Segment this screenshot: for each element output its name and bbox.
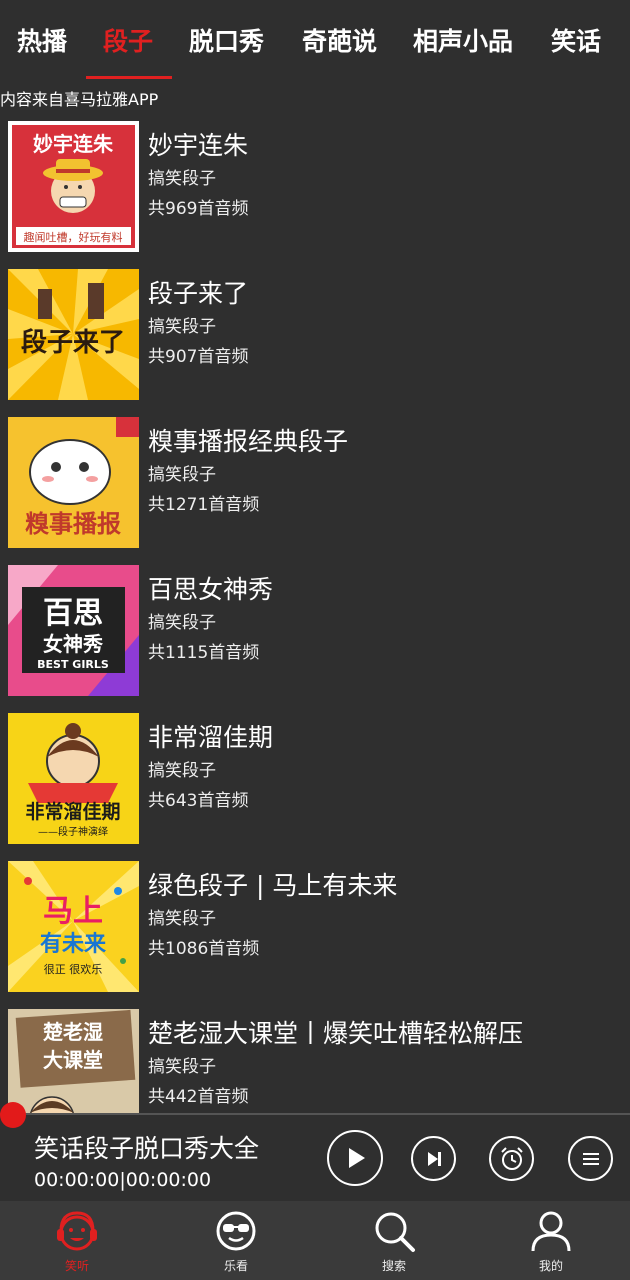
source-note: 内容来自喜马拉雅APP	[0, 90, 159, 109]
album-title: 百思女神秀	[148, 575, 274, 604]
svg-text:——段子神演绎: ——段子神演绎	[38, 825, 108, 838]
svg-text:很正 很欢乐: 很正 很欢乐	[44, 962, 103, 976]
album-track-count: 共643首音频	[148, 791, 249, 811]
list-item[interactable]: 马上 有未来 很正 很欢乐 绿色段子 | 马上有未来 搞笑段子 共1086首音频	[0, 858, 630, 1006]
svg-text:大课堂: 大课堂	[43, 1048, 103, 1072]
mini-player[interactable]: 笑话段子脱口秀大全 00:00:00|00:00:00	[0, 1113, 630, 1201]
album-category: 搞笑段子	[148, 317, 216, 337]
svg-text:楚老湿: 楚老湿	[43, 1020, 103, 1044]
nav-label: 我的	[538, 1259, 563, 1273]
album-title: 楚老湿大课堂丨爆笑吐槽轻松解压	[148, 1019, 524, 1048]
album-track-count: 共969首音频	[148, 199, 249, 219]
nav-label: 笑听	[64, 1259, 89, 1273]
album-category: 搞笑段子	[148, 613, 216, 633]
tab-qipashuo[interactable]: 奇葩说	[302, 22, 377, 58]
album-title: 绿色段子 | 马上有未来	[148, 871, 398, 900]
playlist-button[interactable]	[568, 1136, 613, 1181]
album-track-count: 共1086首音频	[148, 939, 260, 959]
album-track-count: 共442首音频	[148, 1087, 249, 1107]
player-time: 00:00:00|00:00:00	[34, 1169, 212, 1191]
album-cover: 糗事播报	[8, 417, 139, 548]
tab-jokes[interactable]: 段子	[103, 22, 153, 58]
album-title: 非常溜佳期	[148, 723, 274, 752]
alarm-clock-icon	[500, 1146, 523, 1170]
top-tab-bar: 热播 段子 脱口秀 奇葩说 相声小品 笑话	[0, 0, 630, 80]
nav-label: 乐看	[223, 1259, 248, 1273]
nav-item-fun-watch[interactable]: 乐看	[176, 1201, 296, 1280]
album-cover: 百思 女神秀 BEST GIRLS	[8, 565, 139, 696]
list-item[interactable]: 妙宇连朱 趣闻吐槽，好玩有料 妙宇连朱 搞笑段子 共969首音频	[0, 118, 630, 266]
svg-text:趣闻吐槽，好玩有料: 趣闻吐槽，好玩有料	[24, 230, 123, 244]
album-cover: 马上 有未来 很正 很欢乐	[8, 861, 139, 992]
sunglasses-face-icon	[216, 1211, 256, 1251]
tab-talk-show[interactable]: 脱口秀	[189, 22, 264, 58]
tab-funny-stories[interactable]: 笑话	[551, 22, 601, 58]
nav-item-laugh-listen[interactable]: 笑听	[17, 1201, 137, 1280]
next-button[interactable]	[411, 1136, 456, 1181]
nav-item-search[interactable]: 搜索	[334, 1201, 454, 1280]
headphones-face-icon	[57, 1211, 97, 1251]
list-item[interactable]: 百思 女神秀 BEST GIRLS 百思女神秀 搞笑段子 共1115首音频	[0, 562, 630, 710]
user-icon	[531, 1211, 571, 1252]
album-category: 搞笑段子	[148, 169, 216, 189]
svg-text:百思: 百思	[43, 596, 103, 631]
album-cover: 妙宇连朱 趣闻吐槽，好玩有料	[8, 121, 139, 252]
album-list: 妙宇连朱 趣闻吐槽，好玩有料 妙宇连朱 搞笑段子 共969首音频 段子来了 段子…	[0, 118, 630, 1113]
tab-crosstalk[interactable]: 相声小品	[413, 22, 513, 58]
player-title: 笑话段子脱口秀大全	[34, 1134, 260, 1163]
svg-text:马上: 马上	[43, 894, 103, 929]
album-cover: 非常溜佳期 ——段子神演绎	[8, 713, 139, 844]
bottom-nav: 笑听 乐看 搜索 我的	[0, 1201, 630, 1280]
tab-hot[interactable]: 热播	[17, 22, 67, 58]
album-category: 搞笑段子	[148, 909, 216, 929]
list-item[interactable]: 段子来了 段子来了 搞笑段子 共907首音频	[0, 266, 630, 414]
album-category: 搞笑段子	[148, 465, 216, 485]
sleep-timer-button[interactable]	[489, 1136, 534, 1181]
menu-icon	[582, 1152, 599, 1165]
album-cover: 段子来了	[8, 269, 139, 400]
svg-text:非常溜佳期: 非常溜佳期	[25, 800, 120, 823]
list-item[interactable]: 糗事播报 糗事播报经典段子 搞笑段子 共1271首音频	[0, 414, 630, 562]
svg-text:女神秀: 女神秀	[43, 632, 103, 656]
player-progress-dot[interactable]	[0, 1102, 26, 1128]
active-tab-indicator	[86, 76, 172, 79]
album-track-count: 共907首音频	[148, 347, 249, 367]
svg-text:BEST GIRLS: BEST GIRLS	[37, 658, 109, 671]
search-icon	[375, 1212, 415, 1252]
album-title: 段子来了	[148, 279, 249, 308]
play-button[interactable]	[327, 1130, 383, 1186]
album-category: 搞笑段子	[148, 1057, 216, 1077]
nav-item-profile[interactable]: 我的	[491, 1201, 611, 1280]
album-track-count: 共1115首音频	[148, 643, 260, 663]
svg-text:有未来: 有未来	[40, 931, 107, 957]
album-cover: 楚老湿 大课堂	[8, 1009, 139, 1113]
skip-next-icon	[427, 1151, 441, 1166]
svg-text:段子来了: 段子来了	[21, 327, 125, 358]
svg-text:糗事播报: 糗事播报	[25, 510, 121, 538]
album-title: 糗事播报经典段子	[148, 427, 349, 456]
list-item[interactable]: 非常溜佳期 ——段子神演绎 非常溜佳期 搞笑段子 共643首音频	[0, 710, 630, 858]
svg-text:妙宇连朱: 妙宇连朱	[33, 132, 114, 156]
list-item[interactable]: 楚老湿 大课堂 楚老湿大课堂丨爆笑吐槽轻松解压 搞笑段子 共442首音频	[0, 1006, 630, 1113]
play-icon	[349, 1148, 365, 1168]
nav-label: 搜索	[381, 1259, 406, 1273]
album-track-count: 共1271首音频	[148, 495, 260, 515]
album-title: 妙宇连朱	[148, 131, 249, 160]
album-category: 搞笑段子	[148, 761, 216, 781]
